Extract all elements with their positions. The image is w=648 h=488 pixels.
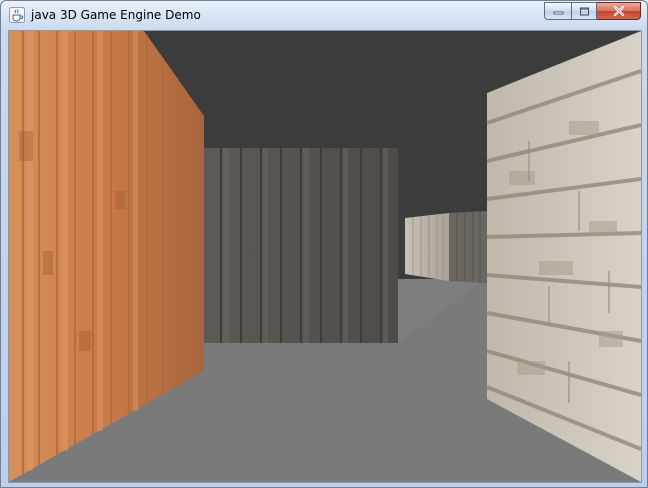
java-coffee-cup-icon[interactable] [9, 7, 25, 23]
dark-wood-wall [204, 148, 398, 343]
game-viewport[interactable] [8, 30, 642, 483]
minimize-icon [553, 11, 563, 15]
window-controls [544, 2, 641, 21]
title-bar[interactable]: java 3D Game Engine Demo [1, 1, 647, 29]
scene-render [9, 31, 641, 482]
maximize-icon [579, 7, 589, 15]
app-window: java 3D Game Engine Demo [0, 0, 648, 488]
close-button[interactable] [597, 2, 641, 20]
window-title: java 3D Game Engine Demo [31, 8, 201, 22]
close-icon [613, 6, 624, 16]
minimize-button[interactable] [544, 2, 571, 20]
maximize-button[interactable] [571, 2, 597, 20]
far-light-wood-wall [405, 211, 487, 283]
